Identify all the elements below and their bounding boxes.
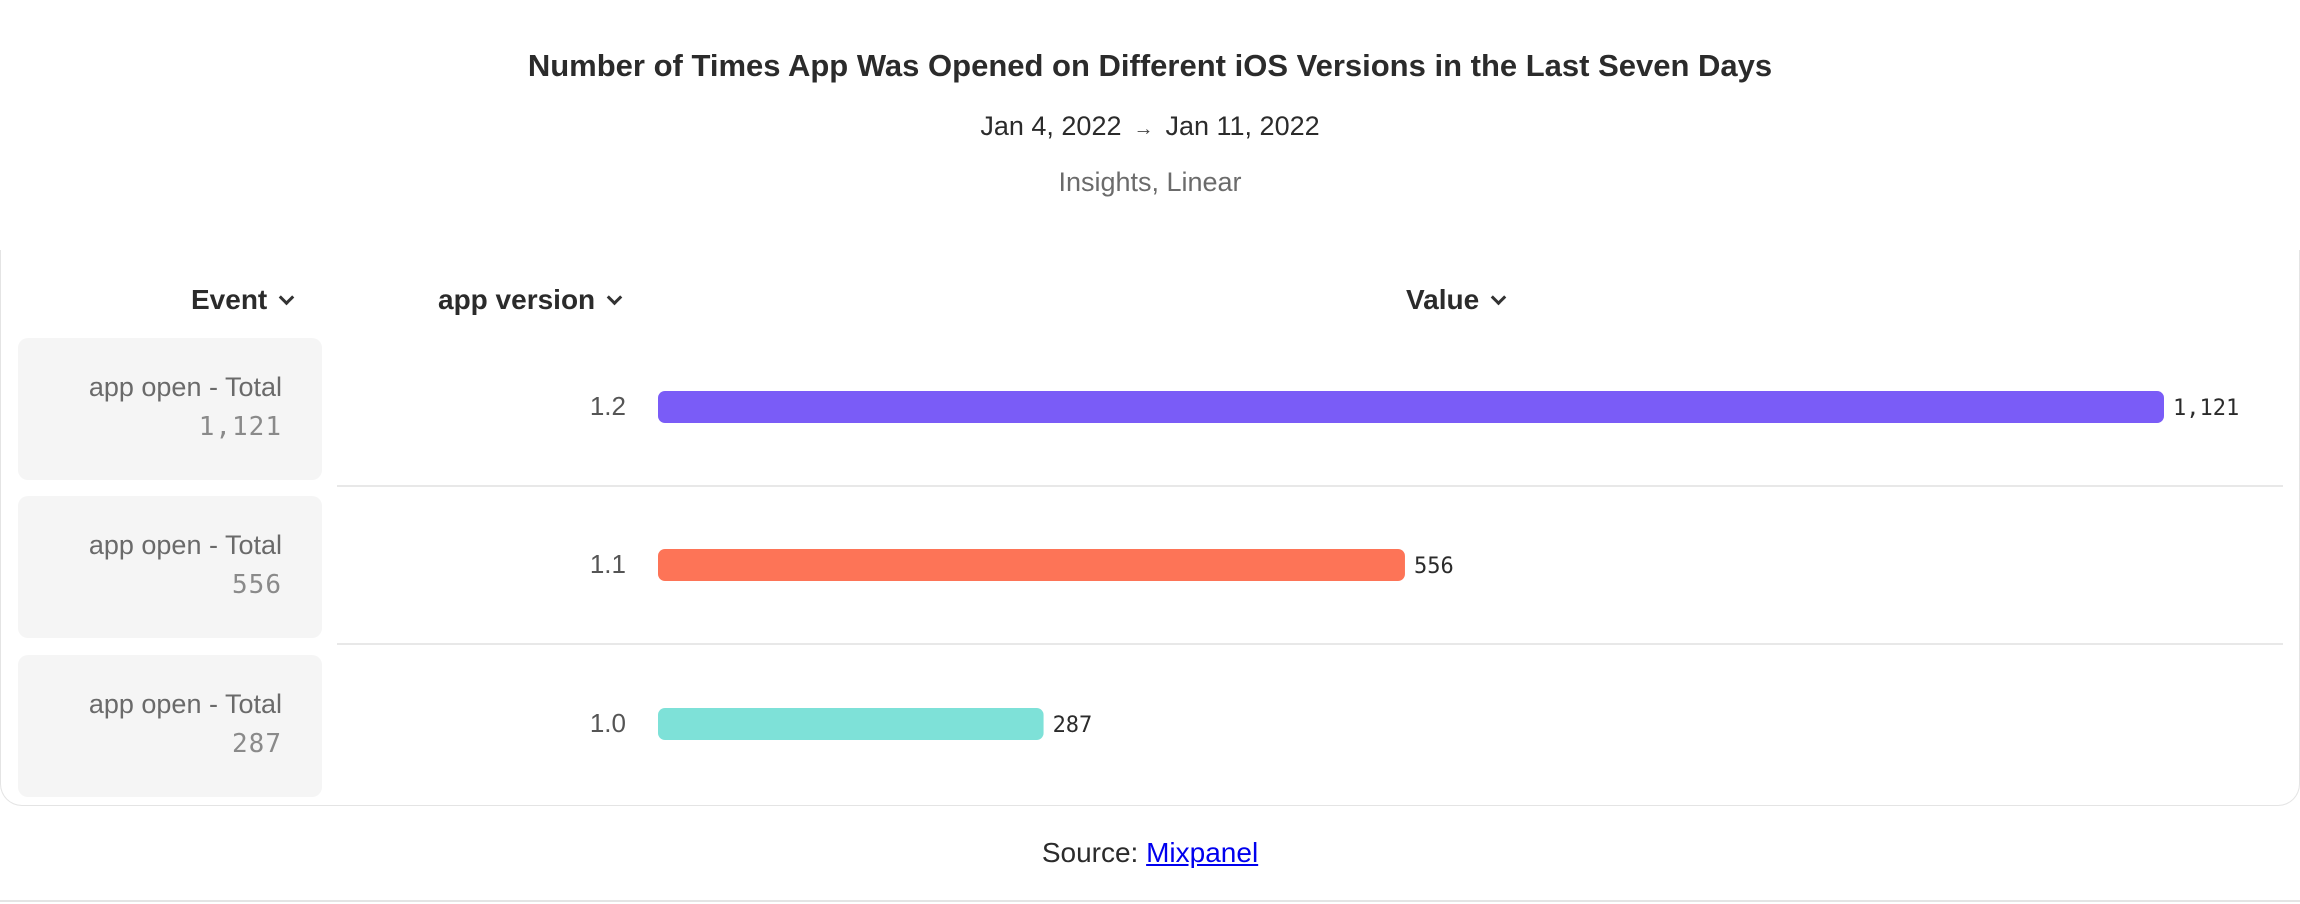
bar-chart: 1,121 556 287 — [658, 391, 2239, 740]
bar-1.0[interactable] — [658, 708, 1044, 740]
bar-value-label: 556 — [1414, 554, 1454, 579]
bar-1.1[interactable] — [658, 549, 1405, 581]
bar-value-label: 1,121 — [2173, 396, 2239, 421]
bar-1.2[interactable] — [658, 391, 2164, 423]
bar-value-label: 287 — [1053, 713, 1093, 738]
source-prefix: Source: — [1041, 837, 1139, 868]
source-line: Source: Mixpanel — [0, 837, 2300, 869]
footer-divider — [0, 900, 2300, 902]
source-link[interactable]: Mixpanel — [1146, 837, 1258, 868]
